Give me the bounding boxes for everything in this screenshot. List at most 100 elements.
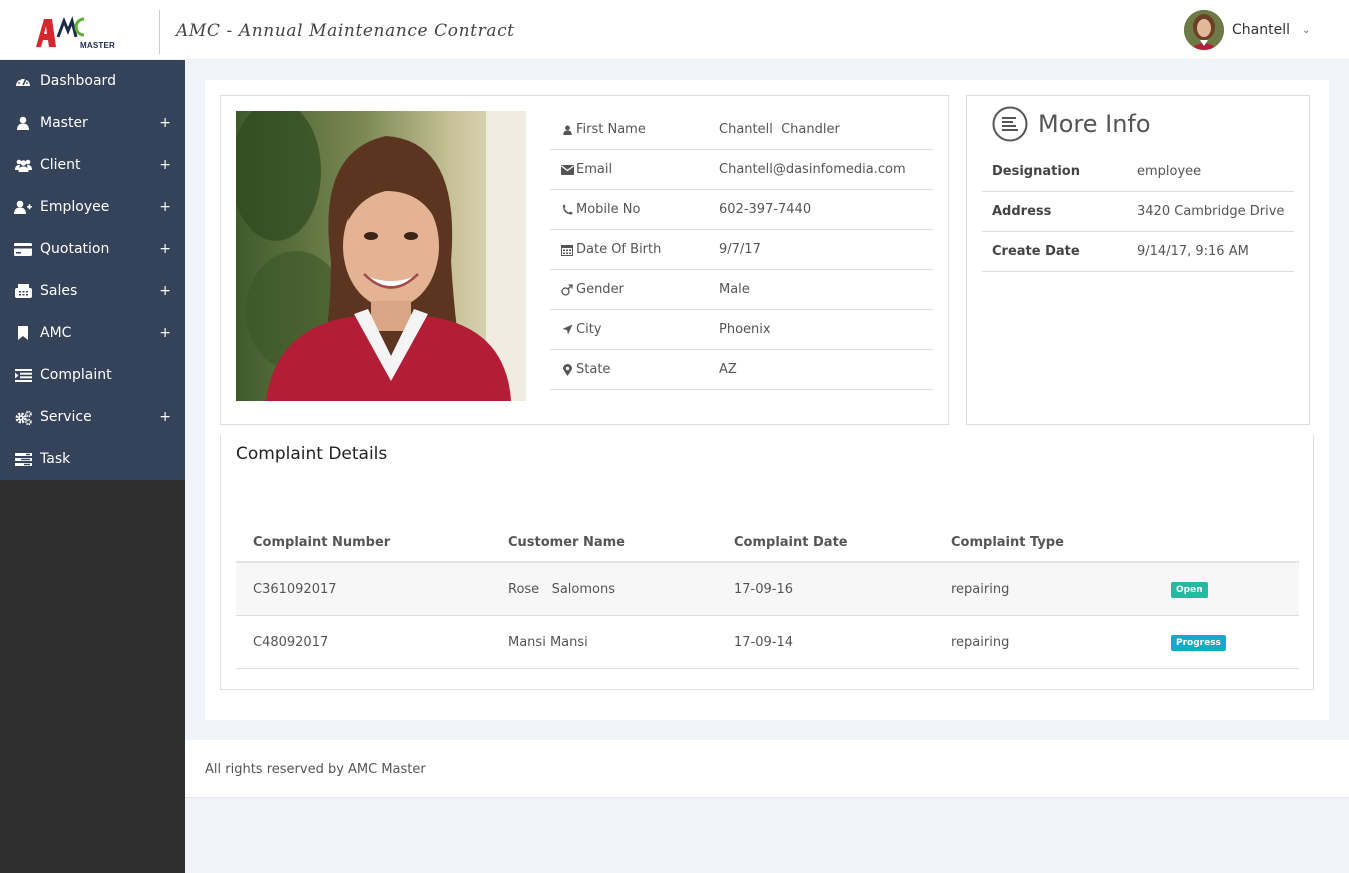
complaint-type-cell: repairing xyxy=(951,634,1010,650)
credit-card-icon xyxy=(14,241,32,257)
expand-plus-icon[interactable]: + xyxy=(159,409,171,425)
profile-row-dob: Date Of Birth 9/7/17 xyxy=(550,230,933,270)
chevron-down-icon[interactable]: ⌄ xyxy=(1302,25,1310,36)
expand-plus-icon[interactable]: + xyxy=(159,325,171,341)
users-icon xyxy=(14,157,32,173)
profile-row-first-name: First Name Chantell Chandler xyxy=(550,110,933,150)
expand-plus-icon[interactable]: + xyxy=(159,283,171,299)
customer-name-cell: Rose Salomons xyxy=(508,581,615,597)
status-badge: Open xyxy=(1171,581,1208,598)
cogs-icon xyxy=(14,409,32,425)
more-info-value: employee xyxy=(1137,164,1202,179)
bookmark-icon xyxy=(14,325,32,341)
profile-row-mobile: Mobile No 602-397-7440 xyxy=(550,190,933,230)
profile-label: Gender xyxy=(576,282,624,297)
amc-master-logo[interactable]: MASTER xyxy=(32,13,118,55)
column-header-complaint-type[interactable]: Complaint Type xyxy=(934,535,1154,550)
user-icon xyxy=(14,115,32,131)
profile-label-cell: Email xyxy=(550,162,719,177)
sidebar-item-label: Sales xyxy=(40,283,78,299)
sidebar-item-label: AMC xyxy=(40,325,72,341)
list-circle-icon xyxy=(992,106,1028,142)
complaint-date-cell: 17-09-14 xyxy=(734,634,794,650)
header-divider xyxy=(159,10,160,54)
fax-icon xyxy=(14,283,32,299)
expand-plus-icon[interactable]: + xyxy=(159,199,171,215)
expand-plus-icon[interactable]: + xyxy=(159,115,171,131)
footer-text: All rights reserved by AMC Master xyxy=(205,762,426,777)
profile-label: First Name xyxy=(576,122,646,137)
user-menu[interactable]: Chantell ⌄ xyxy=(1184,10,1310,50)
complaint-details-title: Complaint Details xyxy=(236,444,388,464)
sidebar-item-employee[interactable]: Employee + xyxy=(0,186,185,228)
profile-photo xyxy=(236,111,526,401)
logo-text: MASTER xyxy=(80,41,115,50)
customer-name-cell: Mansi Mansi xyxy=(508,634,588,650)
user-plus-icon xyxy=(14,199,32,215)
logo-mc-icon xyxy=(56,16,85,38)
status-badge: Progress xyxy=(1171,634,1226,651)
footer: All rights reserved by AMC Master xyxy=(185,740,1349,798)
table-row[interactable]: C361092017 Rose Salomons 17-09-16 repair… xyxy=(236,563,1299,616)
mars-icon xyxy=(560,283,574,296)
more-info-header: More Info xyxy=(992,106,1151,142)
sidebar-item-master[interactable]: Master + xyxy=(0,102,185,144)
complaint-details-panel: Complaint Details Complaint Number Custo… xyxy=(220,435,1314,690)
more-info-value: 3420 Cambridge Drive xyxy=(1137,204,1285,219)
complaint-number-cell: C361092017 xyxy=(253,581,337,597)
expand-plus-icon[interactable]: + xyxy=(159,241,171,257)
profile-value: 9/7/17 xyxy=(719,242,761,257)
more-info-panel: More Info Designation employee Address 3… xyxy=(966,95,1310,425)
phone-icon xyxy=(560,203,574,216)
more-info-row-address: Address 3420 Cambridge Drive xyxy=(982,192,1294,232)
sidebar-item-amc[interactable]: AMC + xyxy=(0,312,185,354)
location-arrow-icon xyxy=(560,323,574,336)
profile-value: Male xyxy=(719,282,750,297)
user-name[interactable]: Chantell xyxy=(1232,22,1290,38)
map-marker-icon xyxy=(560,363,574,376)
sidebar-item-dashboard[interactable]: Dashboard xyxy=(0,60,185,102)
complaint-table-header: Complaint Number Customer Name Complaint… xyxy=(236,523,1299,563)
more-info-table: Designation employee Address 3420 Cambri… xyxy=(982,152,1294,272)
profile-photo-image xyxy=(236,111,526,401)
sidebar-item-service[interactable]: Service + xyxy=(0,396,185,438)
more-info-label: Create Date xyxy=(992,244,1080,259)
table-row[interactable]: C48092017 Mansi Mansi 17-09-14 repairing… xyxy=(236,616,1299,669)
column-header-complaint-number[interactable]: Complaint Number xyxy=(236,535,491,550)
profile-label-cell: City xyxy=(550,322,719,337)
complaint-type-cell: repairing xyxy=(951,581,1010,597)
profile-label: Date Of Birth xyxy=(576,242,662,257)
profile-row-state: State AZ xyxy=(550,350,933,390)
expand-plus-icon[interactable]: + xyxy=(159,157,171,173)
sidebar-item-label: Service xyxy=(40,409,92,425)
profile-label-cell: Gender xyxy=(550,282,719,297)
more-info-value: 9/14/17, 9:16 AM xyxy=(1137,244,1249,259)
profile-row-email: Email Chantell@dasinfomedia.com xyxy=(550,150,933,190)
sidebar-item-complaint[interactable]: Complaint xyxy=(0,354,185,396)
sidebar-item-quotation[interactable]: Quotation + xyxy=(0,228,185,270)
user-icon xyxy=(560,123,574,136)
user-avatar[interactable] xyxy=(1184,10,1224,50)
profile-label: State xyxy=(576,362,611,377)
profile-value: AZ xyxy=(719,362,737,377)
column-header-complaint-date[interactable]: Complaint Date xyxy=(717,535,934,550)
profile-value: Phoenix xyxy=(719,322,771,337)
sidebar-menu: Dashboard Master + Client + Employee + Q… xyxy=(0,60,185,480)
calendar-icon xyxy=(560,243,574,256)
sidebar-item-label: Quotation xyxy=(40,241,110,257)
more-info-row-create-date: Create Date 9/14/17, 9:16 AM xyxy=(982,232,1294,272)
profile-label-cell: First Name xyxy=(550,122,719,137)
status-cell: Progress xyxy=(1154,634,1299,651)
profile-value: Chantell@dasinfomedia.com xyxy=(719,162,906,177)
sidebar-item-label: Client xyxy=(40,157,81,173)
tasks-icon xyxy=(14,451,32,467)
sidebar-item-client[interactable]: Client + xyxy=(0,144,185,186)
sidebar-item-task[interactable]: Task xyxy=(0,438,185,480)
complaint-date-cell: 17-09-16 xyxy=(734,581,794,597)
more-info-title: More Info xyxy=(1038,110,1151,138)
dashboard-icon xyxy=(14,73,32,89)
sidebar-item-sales[interactable]: Sales + xyxy=(0,270,185,312)
top-header: MASTER AMC - Annual Maintenance Contract… xyxy=(0,0,1349,60)
column-header-customer-name[interactable]: Customer Name xyxy=(491,535,717,550)
status-cell: Open xyxy=(1154,581,1299,598)
